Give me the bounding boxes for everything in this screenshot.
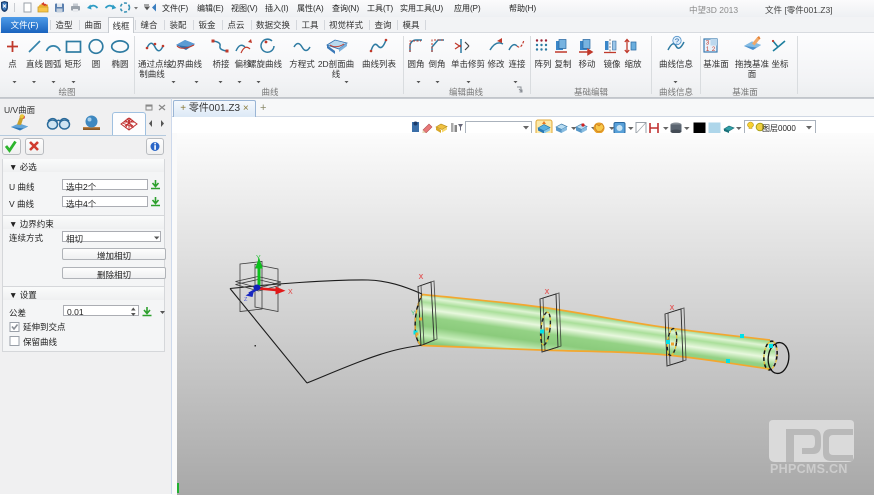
svg-text:Z: Z [244,297,248,303]
svg-text:X: X [288,289,293,296]
svg-text:Y: Y [411,310,416,317]
svg-text:?: ? [675,36,679,45]
svg-text:Y: Y [256,255,261,262]
svg-text:PHPCMS.CN: PHPCMS.CN [770,462,848,476]
svg-text:X: X [545,289,550,296]
svg-text:X: X [419,274,424,281]
svg-text:X: X [670,305,675,312]
